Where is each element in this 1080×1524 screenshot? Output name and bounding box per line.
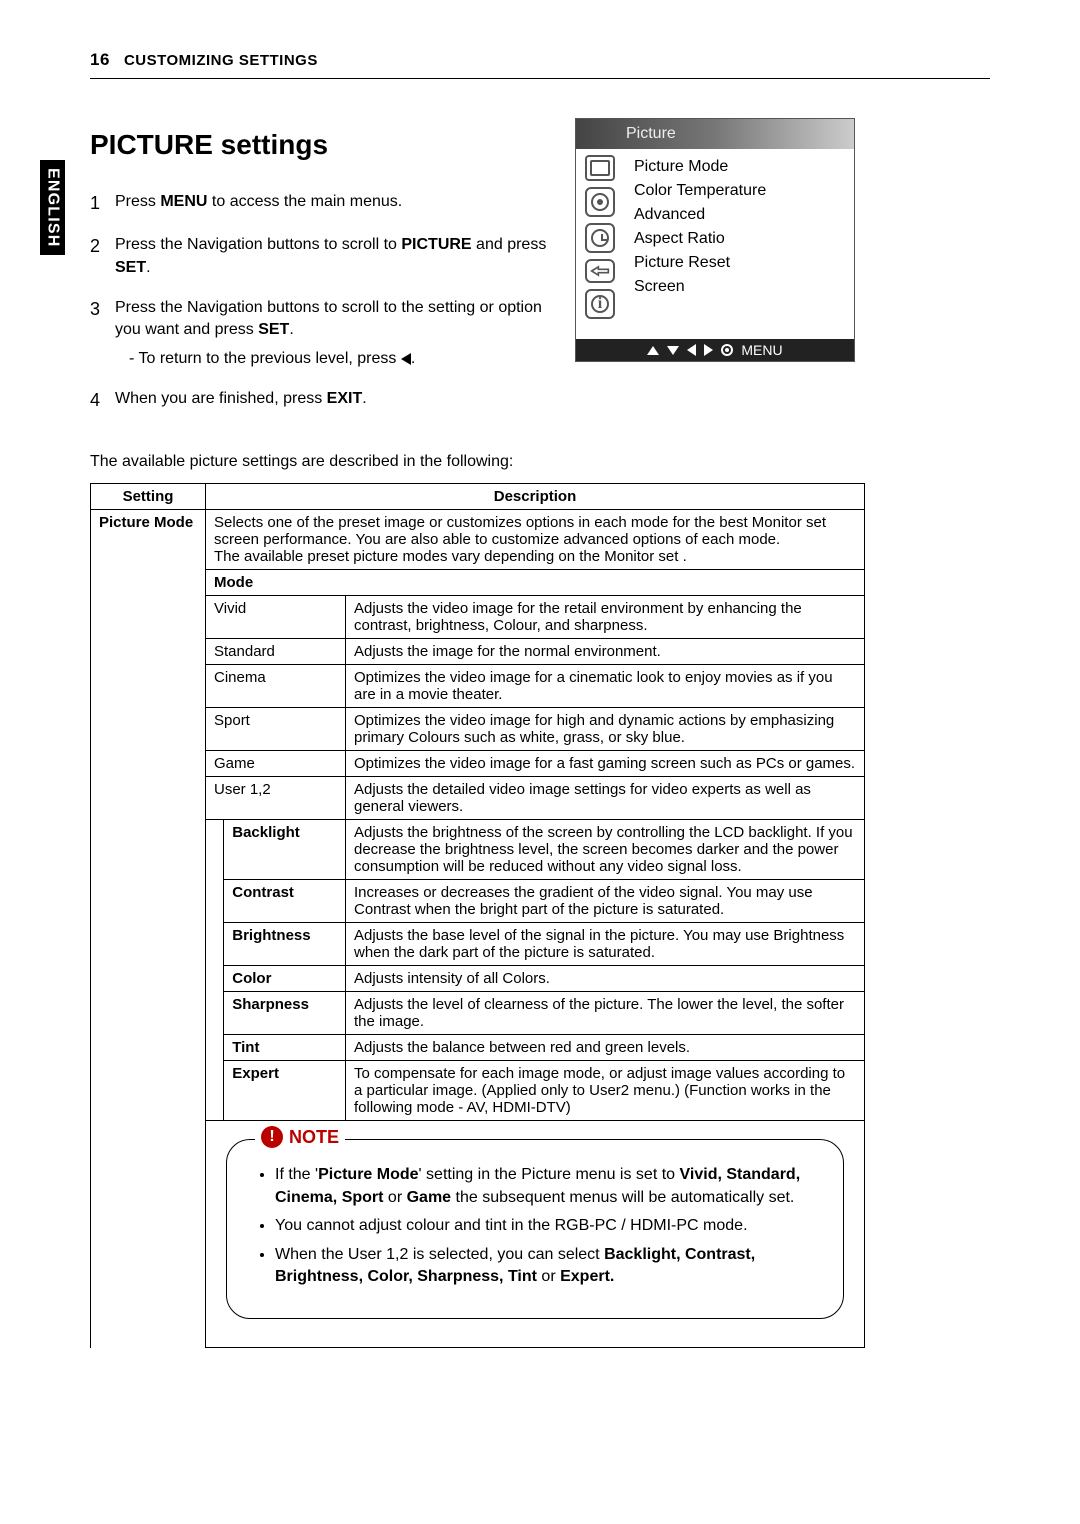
page-number: 16: [90, 50, 110, 69]
step-number: 3: [90, 297, 115, 370]
sub-desc: Adjusts the balance between red and gree…: [346, 1035, 865, 1061]
note-item: When the User 1,2 is selected, you can s…: [275, 1244, 813, 1289]
osd-item: Aspect Ratio: [634, 227, 844, 251]
step-number: 4: [90, 388, 115, 413]
sub-name: Tint: [224, 1035, 346, 1061]
step-text: Press MENU to access the main menus.: [115, 191, 570, 216]
osd-icon-column: i: [576, 149, 624, 339]
sub-name: Brightness: [224, 923, 346, 966]
table-intro: The available picture settings are descr…: [90, 453, 990, 471]
up-arrow-icon: [647, 346, 659, 355]
set-icon: [721, 344, 733, 356]
step-4: 4 When you are finished, press EXIT.: [90, 388, 570, 413]
mode-desc: Optimizes the video image for high and d…: [346, 708, 865, 751]
indent-cell: [206, 820, 224, 880]
osd-item: Advanced: [634, 203, 844, 227]
sub-name: Color: [224, 966, 346, 992]
osd-preview: Picture i Picture Mode Color Temperature…: [575, 118, 855, 362]
table-row: StandardAdjusts the image for the normal…: [91, 639, 865, 665]
step-number: 1: [90, 191, 115, 216]
table-row: CinemaOptimizes the video image for a ci…: [91, 665, 865, 708]
sub-desc: Increases or decreases the gradient of t…: [346, 880, 865, 923]
table-row: BrightnessAdjusts the base level of the …: [91, 923, 865, 966]
mode-name: Vivid: [206, 596, 346, 639]
picture-mode-desc: Selects one of the preset image or custo…: [206, 510, 865, 570]
right-arrow-icon: [704, 344, 713, 356]
table-row: BacklightAdjusts the brightness of the s…: [91, 820, 865, 880]
note-cell: ! NOTE If the 'Picture Mode' setting in …: [206, 1121, 865, 1348]
info-icon: i: [585, 289, 615, 319]
osd-item: Screen: [634, 275, 844, 299]
mode-name: Sport: [206, 708, 346, 751]
osd-item: Picture Reset: [634, 251, 844, 275]
time-icon: [585, 223, 615, 253]
sub-name: Contrast: [224, 880, 346, 923]
osd-item: Color Temperature: [634, 179, 844, 203]
sub-name: Expert: [224, 1061, 346, 1121]
table-row: ColorAdjusts intensity of all Colors.: [91, 966, 865, 992]
osd-menu-list: Picture Mode Color Temperature Advanced …: [624, 149, 854, 339]
left-arrow-icon: [687, 344, 696, 356]
note-item: You cannot adjust colour and tint in the…: [275, 1215, 813, 1237]
osd-item: Picture Mode: [634, 155, 844, 179]
step-1: 1 Press MENU to access the main menus.: [90, 191, 570, 216]
mode-name: Game: [206, 751, 346, 777]
sub-name: Backlight: [224, 820, 346, 880]
instruction-steps: 1 Press MENU to access the main menus. 2…: [90, 191, 570, 413]
picture-mode-cell: Picture Mode: [91, 510, 206, 1348]
sub-desc: To compensate for each image mode, or ad…: [346, 1061, 865, 1121]
sub-desc: Adjusts the level of clearness of the pi…: [346, 992, 865, 1035]
osd-title: Picture: [576, 119, 854, 149]
table-row: GameOptimizes the video image for a fast…: [91, 751, 865, 777]
table-row: TintAdjusts the balance between red and …: [91, 1035, 865, 1061]
down-arrow-icon: [667, 346, 679, 355]
table-row: SportOptimizes the video image for high …: [91, 708, 865, 751]
header-rule: [90, 78, 990, 79]
th-setting: Setting: [91, 484, 206, 510]
step-sub: - To return to the previous level, press…: [129, 348, 570, 370]
mode-desc: Optimizes the video image for a cinemati…: [346, 665, 865, 708]
table-row: User 1,2Adjusts the detailed video image…: [91, 777, 865, 820]
step-2: 2 Press the Navigation buttons to scroll…: [90, 234, 570, 279]
menu-label: MENU: [741, 342, 782, 358]
page-title: PICTURE settings: [90, 129, 990, 161]
table-row: VividAdjusts the video image for the ret…: [91, 596, 865, 639]
sub-desc: Adjusts intensity of all Colors.: [346, 966, 865, 992]
table-row: ExpertTo compensate for each image mode,…: [91, 1061, 865, 1121]
note-item: If the 'Picture Mode' setting in the Pic…: [275, 1164, 813, 1209]
sub-desc: Adjusts the brightness of the screen by …: [346, 820, 865, 880]
mode-desc: Adjusts the detailed video image setting…: [346, 777, 865, 820]
settings-table: Setting Description Picture Mode Selects…: [90, 483, 865, 1348]
step-text: Press the Navigation buttons to scroll t…: [115, 234, 570, 279]
step-number: 2: [90, 234, 115, 279]
mode-desc: Adjusts the video image for the retail e…: [346, 596, 865, 639]
option-icon: [585, 259, 615, 283]
step-3: 3 Press the Navigation buttons to scroll…: [90, 297, 570, 370]
back-arrow-icon: [401, 353, 411, 365]
osd-footer: MENU: [576, 339, 854, 361]
sub-desc: Adjusts the base level of the signal in …: [346, 923, 865, 966]
sub-name: Sharpness: [224, 992, 346, 1035]
mode-header: Mode: [206, 570, 865, 596]
section-title: CUSTOMIZING SETTINGS: [124, 52, 318, 69]
step-text: When you are finished, press EXIT.: [115, 388, 570, 413]
picture-icon: [585, 155, 615, 181]
page-header: 16 CUSTOMIZING SETTINGS: [90, 50, 990, 70]
mode-desc: Optimizes the video image for a fast gam…: [346, 751, 865, 777]
th-description: Description: [206, 484, 865, 510]
note-label: ! NOTE: [255, 1126, 345, 1148]
language-tab: ENGLISH: [40, 160, 65, 255]
note-icon: !: [261, 1126, 283, 1148]
mode-desc: Adjusts the image for the normal environ…: [346, 639, 865, 665]
table-row: SharpnessAdjusts the level of clearness …: [91, 992, 865, 1035]
mode-name: Standard: [206, 639, 346, 665]
table-row: ContrastIncreases or decreases the gradi…: [91, 880, 865, 923]
note-box: ! NOTE If the 'Picture Mode' setting in …: [226, 1139, 844, 1319]
mode-name: User 1,2: [206, 777, 346, 820]
step-text: Press the Navigation buttons to scroll t…: [115, 297, 570, 370]
mode-name: Cinema: [206, 665, 346, 708]
audio-icon: [585, 187, 615, 217]
